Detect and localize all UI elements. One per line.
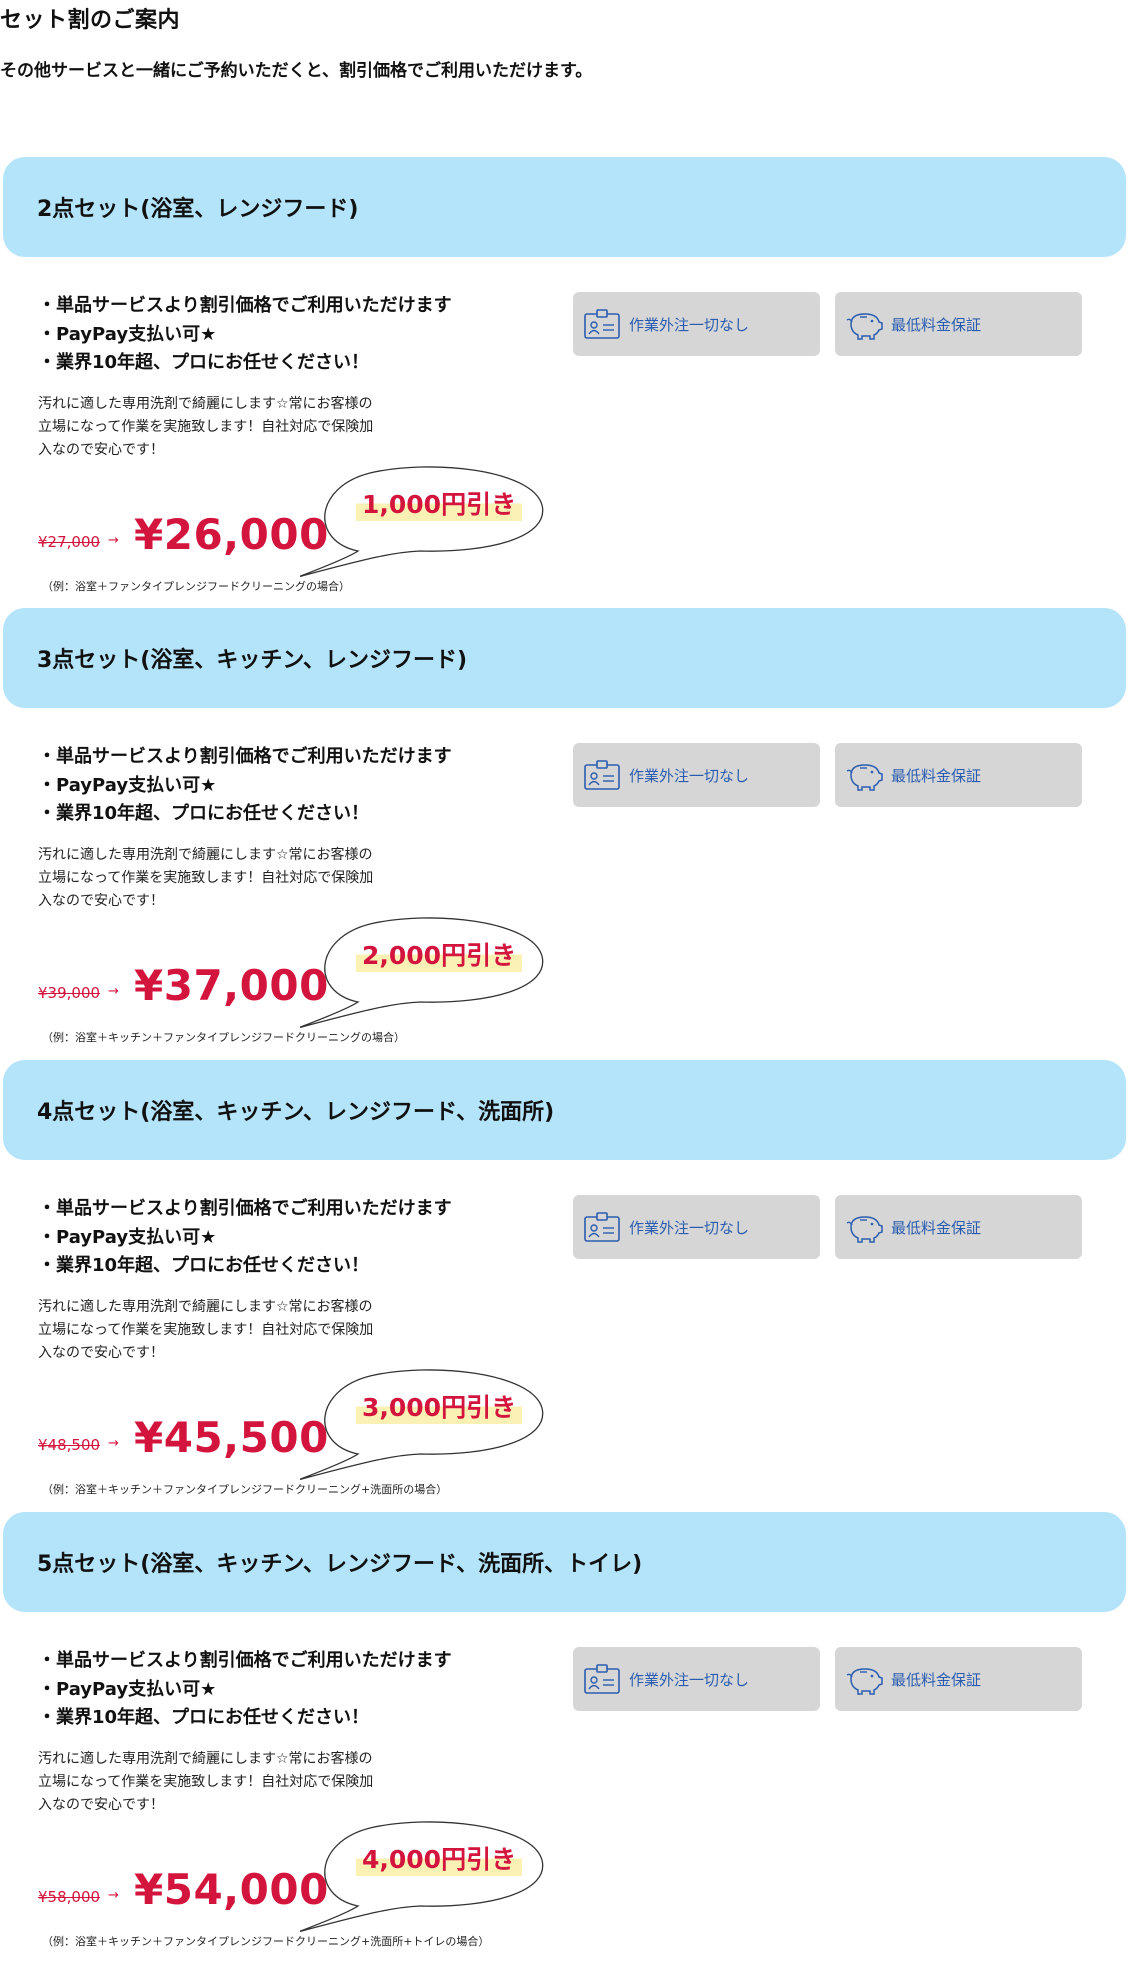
feature-item: ・PayPay支払い可★ — [38, 774, 217, 796]
badge-lowest-price: 最低料金保証 — [835, 1195, 1082, 1259]
discount-amount: 4,000円引き — [356, 1840, 523, 1876]
feature-item: ・業界10年超、プロにお任せください！ — [38, 352, 370, 373]
id-card-icon — [583, 307, 621, 341]
feature-item: ・単品サービスより割引価格でご利用いただけます — [38, 1650, 452, 1671]
set-title: 5点セット(浴室、キッチン、レンジフード、洗面所、トイレ) — [37, 1552, 643, 1577]
description-line: 立場になって作業を実施致します！自社対応で保険加 — [38, 419, 374, 435]
set-title: 2点セット(浴室、レンジフード) — [37, 197, 359, 222]
set-price: ¥26,000 — [134, 510, 329, 559]
set-header: 4点セット(浴室、キッチン、レンジフード、洗面所) — [3, 1060, 1126, 1160]
feature-item: ・PayPay支払い可★ — [38, 1678, 217, 1700]
piggy-bank-icon — [845, 1210, 883, 1244]
feature-list: ・単品サービスより割引価格でご利用いただけます ・PayPay支払い可★ ・業界… — [38, 1195, 452, 1281]
set-card-3: 3点セット(浴室、キッチン、レンジフード) ・単品サービスより割引価格でご利用い… — [0, 608, 1129, 1063]
page-subtitle: その他サービスと一緒にご予約いただくと、割引価格でご利用いただけます。 — [0, 61, 593, 81]
piggy-bank-icon — [845, 758, 883, 792]
badge-no-outsourcing: 作業外注一切なし — [573, 743, 820, 807]
badge-label: 作業外注一切なし — [629, 1670, 750, 1689]
example-note: （例：浴室＋ファンタイプレンジフードクリーニングの場合） — [42, 580, 350, 593]
discount-bubble: 1,000円引き — [300, 457, 560, 577]
description-line: 汚れに適した専用洗剤で綺麗にします☆常にお客様の — [38, 847, 373, 863]
feature-item: ・単品サービスより割引価格でご利用いただけます — [38, 295, 452, 316]
badge-label: 最低料金保証 — [891, 766, 982, 785]
set-card-4: 4点セット(浴室、キッチン、レンジフード、洗面所) ・単品サービスより割引価格で… — [0, 1060, 1129, 1515]
id-card-icon — [583, 758, 621, 792]
arrow-right-icon: → — [108, 533, 119, 548]
badge-label: 作業外注一切なし — [629, 766, 750, 785]
badge-label: 作業外注一切なし — [629, 1218, 750, 1237]
original-price: ¥39,000 — [38, 984, 101, 1002]
page-title: セット割のご案内 — [0, 8, 181, 33]
set-header: 2点セット(浴室、レンジフード) — [3, 157, 1126, 257]
example-note: （例：浴室＋キッチン＋ファンタイプレンジフードクリーニング+洗面所+トイレの場合… — [42, 1935, 490, 1948]
badge-lowest-price: 最低料金保証 — [835, 743, 1082, 807]
description: 汚れに適した専用洗剤で綺麗にします☆常にお客様の 立場になって作業を実施致します… — [38, 844, 438, 913]
description: 汚れに適した専用洗剤で綺麗にします☆常にお客様の 立場になって作業を実施致します… — [38, 393, 438, 462]
badge-no-outsourcing: 作業外注一切なし — [573, 292, 820, 356]
set-header: 5点セット(浴室、キッチン、レンジフード、洗面所、トイレ) — [3, 1512, 1126, 1612]
id-card-icon — [583, 1210, 621, 1244]
badge-no-outsourcing: 作業外注一切なし — [573, 1647, 820, 1711]
badge-lowest-price: 最低料金保証 — [835, 1647, 1082, 1711]
arrow-right-icon: → — [108, 984, 119, 999]
discount-amount: 2,000円引き — [356, 936, 523, 972]
arrow-right-icon: → — [108, 1436, 119, 1451]
original-price: ¥27,000 — [38, 533, 101, 551]
set-price: ¥37,000 — [134, 961, 329, 1010]
discount-bubble: 3,000円引き — [300, 1360, 560, 1480]
original-price: ¥48,500 — [38, 1436, 101, 1454]
badge-label: 最低料金保証 — [891, 315, 982, 334]
discount-bubble: 2,000円引き — [300, 908, 560, 1028]
description-line: 汚れに適した専用洗剤で綺麗にします☆常にお客様の — [38, 1751, 373, 1767]
feature-item: ・単品サービスより割引価格でご利用いただけます — [38, 1198, 452, 1219]
feature-item: ・単品サービスより割引価格でご利用いただけます — [38, 746, 452, 767]
discount-amount: 1,000円引き — [356, 485, 523, 521]
id-card-icon — [583, 1662, 621, 1696]
set-card-5: 5点セット(浴室、キッチン、レンジフード、洗面所、トイレ) ・単品サービスより割… — [0, 1512, 1129, 1967]
badge-label: 最低料金保証 — [891, 1218, 982, 1237]
discount-bubble: 4,000円引き — [300, 1812, 560, 1932]
feature-item: ・PayPay支払い可★ — [38, 1226, 217, 1248]
feature-list: ・単品サービスより割引価格でご利用いただけます ・PayPay支払い可★ ・業界… — [38, 292, 452, 378]
feature-list: ・単品サービスより割引価格でご利用いただけます ・PayPay支払い可★ ・業界… — [38, 1647, 452, 1733]
set-header: 3点セット(浴室、キッチン、レンジフード) — [3, 608, 1126, 708]
set-title: 4点セット(浴室、キッチン、レンジフード、洗面所) — [37, 1100, 555, 1125]
feature-list: ・単品サービスより割引価格でご利用いただけます ・PayPay支払い可★ ・業界… — [38, 743, 452, 829]
feature-item: ・PayPay支払い可★ — [38, 323, 217, 345]
example-note: （例：浴室＋キッチン＋ファンタイプレンジフードクリーニング+洗面所の場合） — [42, 1483, 448, 1496]
description: 汚れに適した専用洗剤で綺麗にします☆常にお客様の 立場になって作業を実施致します… — [38, 1296, 438, 1365]
set-price: ¥45,500 — [134, 1413, 329, 1462]
badge-label: 作業外注一切なし — [629, 315, 750, 334]
badge-lowest-price: 最低料金保証 — [835, 292, 1082, 356]
description-line: 汚れに適した専用洗剤で綺麗にします☆常にお客様の — [38, 1299, 373, 1315]
discount-amount: 3,000円引き — [356, 1388, 523, 1424]
description: 汚れに適した専用洗剤で綺麗にします☆常にお客様の 立場になって作業を実施致します… — [38, 1748, 438, 1817]
feature-item: ・業界10年超、プロにお任せください！ — [38, 803, 370, 824]
piggy-bank-icon — [845, 1662, 883, 1696]
set-card-2: 2点セット(浴室、レンジフード) ・単品サービスより割引価格でご利用いただけます… — [0, 157, 1129, 612]
example-note: （例：浴室＋キッチン＋ファンタイプレンジフードクリーニングの場合） — [42, 1031, 405, 1044]
set-title: 3点セット(浴室、キッチン、レンジフード) — [37, 648, 468, 673]
original-price: ¥58,000 — [38, 1888, 101, 1906]
description-line: 立場になって作業を実施致します！自社対応で保険加 — [38, 1322, 374, 1338]
badge-label: 最低料金保証 — [891, 1670, 982, 1689]
description-line: 立場になって作業を実施致します！自社対応で保険加 — [38, 1774, 374, 1790]
set-price: ¥54,000 — [134, 1865, 329, 1914]
arrow-right-icon: → — [108, 1888, 119, 1903]
description-line: 汚れに適した専用洗剤で綺麗にします☆常にお客様の — [38, 396, 373, 412]
feature-item: ・業界10年超、プロにお任せください！ — [38, 1707, 370, 1728]
badge-no-outsourcing: 作業外注一切なし — [573, 1195, 820, 1259]
feature-item: ・業界10年超、プロにお任せください！ — [38, 1255, 370, 1276]
description-line: 立場になって作業を実施致します！自社対応で保険加 — [38, 870, 374, 886]
piggy-bank-icon — [845, 307, 883, 341]
